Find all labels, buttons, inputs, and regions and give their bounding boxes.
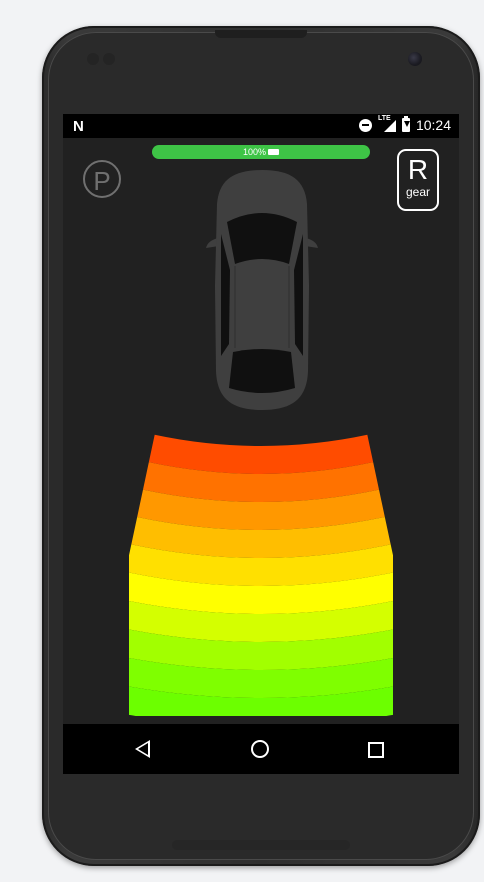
front-sensors xyxy=(87,53,117,65)
back-icon[interactable] xyxy=(135,740,150,758)
do-not-disturb-icon xyxy=(358,118,372,132)
gear-letter: R xyxy=(407,154,429,185)
bottom-speaker xyxy=(172,840,350,850)
gear-caption: gear xyxy=(405,185,431,199)
parking-icon: P xyxy=(83,160,121,198)
battery-charging-icon xyxy=(401,116,410,132)
battery-level-label: 100% xyxy=(242,147,267,157)
top-speaker xyxy=(215,30,307,38)
signal-strength-icon xyxy=(383,120,396,132)
parking-sensor-zones xyxy=(129,434,393,716)
navigation-bar xyxy=(63,724,459,774)
battery-charging-icon xyxy=(268,148,280,155)
status-bar: N LTE 10:24 xyxy=(63,114,459,138)
sensor-zone xyxy=(148,434,374,474)
recent-apps-icon[interactable] xyxy=(368,742,384,758)
battery-level-bar: 100% xyxy=(152,145,370,159)
app-screen: N LTE 10:24 100% P R gear xyxy=(63,114,459,774)
front-camera-icon xyxy=(408,52,422,66)
status-time: 10:24 xyxy=(415,117,451,133)
n-notification-icon: N xyxy=(73,118,84,135)
car-top-view-icon xyxy=(206,170,318,410)
gear-indicator: R gear xyxy=(397,149,439,211)
lte-signal-icon: LTE xyxy=(378,115,396,132)
status-icons: LTE 10:24 xyxy=(358,115,451,133)
home-icon[interactable] xyxy=(251,740,269,758)
